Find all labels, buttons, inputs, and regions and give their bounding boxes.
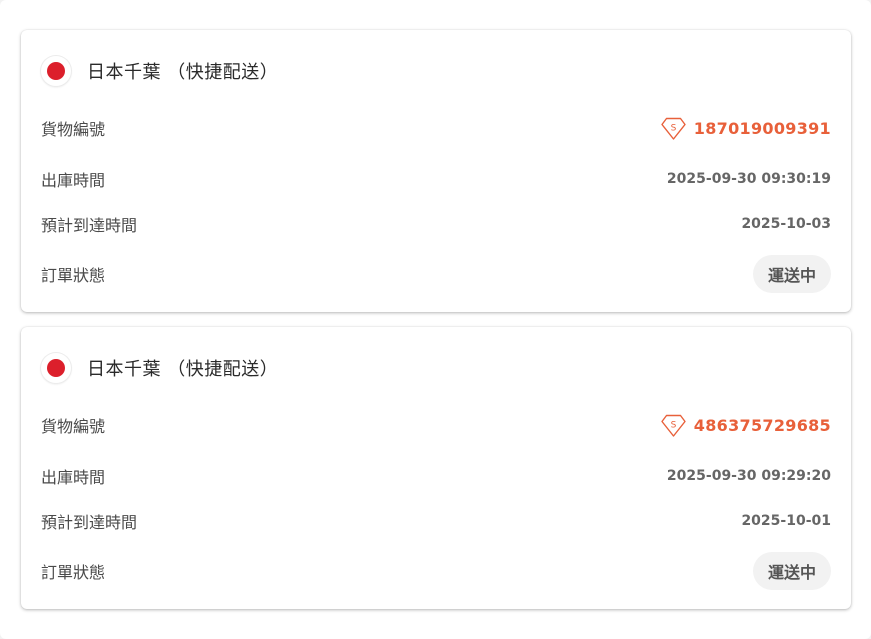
outbound-label: 出庫時間 (41, 171, 106, 190)
eta-date: 2025-10-03 (741, 216, 831, 232)
shipment-list-panel: 日本千葉 （快捷配送） 貨物編號 S 187019009391 出庫時間 202… (0, 0, 871, 639)
tracking-badge-icon: S (661, 414, 686, 437)
shipment-card[interactable]: 日本千葉 （快捷配送） 貨物編號 S 187019009391 出庫時間 202… (21, 30, 851, 312)
eta-date: 2025-10-01 (741, 513, 831, 529)
status-label: 訂單狀態 (41, 563, 106, 582)
status-label: 訂單狀態 (41, 266, 106, 285)
eta-row: 預計到達時間 2025-10-01 (41, 506, 831, 536)
status-badge: 運送中 (752, 552, 831, 590)
svg-text:S: S (670, 123, 676, 133)
status-badge: 運送中 (752, 255, 831, 293)
japan-flag-icon (41, 353, 71, 383)
tracking-label: 貨物編號 (41, 417, 106, 436)
tracking-row: 貨物編號 S 486375729685 (41, 410, 831, 440)
tracking-badge-icon: S (661, 117, 686, 140)
eta-label: 預計到達時間 (41, 216, 138, 235)
shipment-header: 日本千葉 （快捷配送） (41, 353, 278, 383)
tracking-label: 貨物編號 (41, 120, 106, 139)
outbound-time: 2025-09-30 09:29:20 (666, 468, 831, 484)
outbound-time: 2025-09-30 09:30:19 (666, 171, 831, 187)
tracking-link[interactable]: S 486375729685 (660, 412, 831, 439)
japan-flag-icon (41, 56, 71, 86)
shipment-header: 日本千葉 （快捷配送） (41, 56, 278, 86)
outbound-row: 出庫時間 2025-09-30 09:29:20 (41, 461, 831, 491)
destination-title: 日本千葉 （快捷配送） (87, 62, 279, 83)
outbound-row: 出庫時間 2025-09-30 09:30:19 (41, 164, 831, 194)
tracking-number: 486375729685 (693, 415, 831, 435)
shipment-card[interactable]: 日本千葉 （快捷配送） 貨物編號 S 486375729685 出庫時間 202… (21, 327, 851, 609)
tracking-row: 貨物編號 S 187019009391 (41, 113, 831, 143)
svg-text:S: S (670, 420, 676, 430)
destination-title: 日本千葉 （快捷配送） (87, 359, 279, 380)
eta-label: 預計到達時間 (41, 513, 138, 532)
tracking-number: 187019009391 (693, 118, 831, 138)
eta-row: 預計到達時間 2025-10-03 (41, 209, 831, 239)
outbound-label: 出庫時間 (41, 468, 106, 487)
status-row: 訂單狀態 運送中 (41, 552, 831, 590)
tracking-link[interactable]: S 187019009391 (660, 115, 831, 142)
status-row: 訂單狀態 運送中 (41, 255, 831, 293)
